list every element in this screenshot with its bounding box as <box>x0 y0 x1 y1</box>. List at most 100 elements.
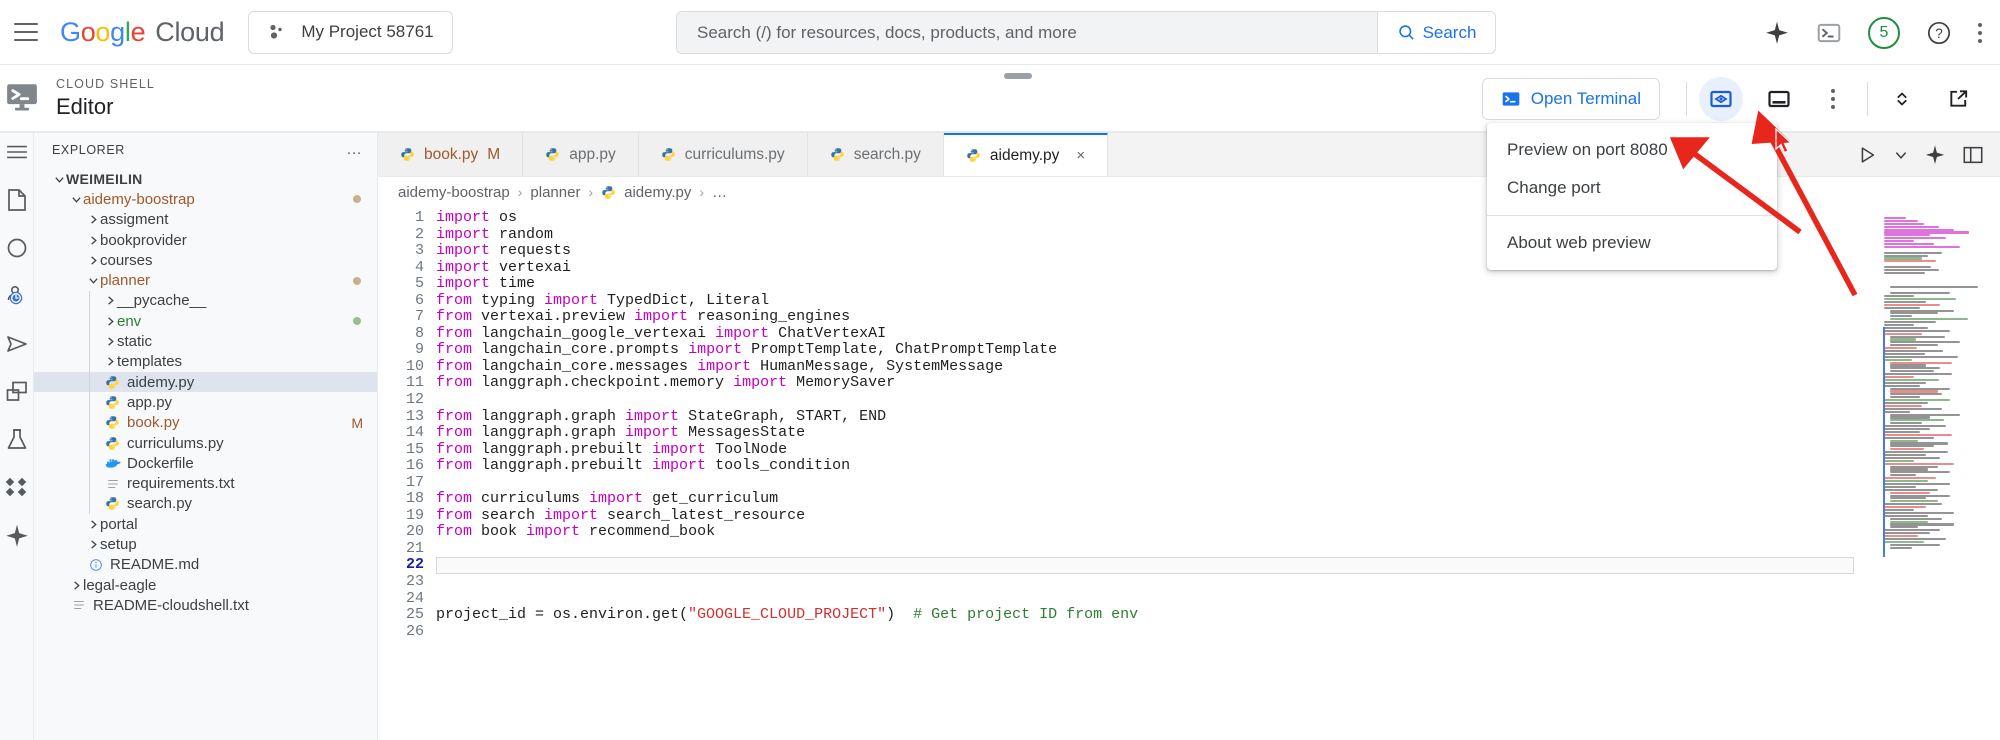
open-in-new-icon <box>1947 87 1970 110</box>
chevron-right-icon[interactable] <box>103 316 117 327</box>
tree-item-requirements-txt[interactable]: requirements.txt <box>34 473 377 493</box>
search-input[interactable] <box>677 12 1377 53</box>
modified-indicator-dot <box>353 317 361 325</box>
editor-tab-search-py[interactable]: search.py <box>808 133 944 176</box>
account-clock-icon[interactable] <box>4 283 30 309</box>
gemini-sparkle-icon[interactable] <box>4 523 30 549</box>
explorer-more-icon[interactable]: … <box>346 145 363 155</box>
tree-item-search-py[interactable]: search.py <box>34 494 377 514</box>
chevron-right-icon[interactable] <box>103 336 117 347</box>
minimap-line <box>1884 356 1958 358</box>
editor-tab-app-py[interactable]: app.py <box>523 133 639 176</box>
expand-collapse-button[interactable] <box>1880 77 1924 121</box>
minimap-line <box>1890 364 1926 366</box>
collapse-handle[interactable] <box>1004 73 1032 79</box>
tree-item-dockerfile[interactable]: Dockerfile <box>34 453 377 473</box>
tree-item-app-py[interactable]: app.py <box>34 392 377 412</box>
tree-item-templates[interactable]: templates <box>34 352 377 372</box>
editor-tab-aidemy-py[interactable]: aidemy.py× <box>944 133 1108 176</box>
notifications-badge[interactable]: 5 <box>1868 17 1900 49</box>
tree-item-curriculums-py[interactable]: curriculums.py <box>34 433 377 453</box>
tree-item-env[interactable]: env <box>34 311 377 331</box>
minimap-line <box>1890 523 1954 525</box>
code-content[interactable]: import osimport randomimport requestsimp… <box>436 207 1880 740</box>
breadcrumb-item[interactable]: aidemy-boostrap <box>398 184 510 201</box>
tree-item-label: app.py <box>127 394 172 411</box>
tree-item-portal[interactable]: portal <box>34 514 377 534</box>
open-in-new-window-button[interactable] <box>1936 77 1980 121</box>
project-selector[interactable]: My Project 58761 <box>248 11 452 54</box>
beaker-test-icon[interactable] <box>4 427 30 453</box>
tree-item-bookprovider[interactable]: bookprovider <box>34 230 377 250</box>
tree-item-aidemy-boostrap[interactable]: aidemy-boostrap <box>34 189 377 209</box>
tree-item-legal-eagle[interactable]: legal-eagle <box>34 575 377 595</box>
minimap-line <box>1890 419 1944 421</box>
breadcrumb-item[interactable]: aidemy.py <box>624 184 691 201</box>
google-cloud-logo[interactable]: Google Cloud <box>60 17 224 48</box>
chevron-down-icon[interactable] <box>86 275 100 286</box>
about-web-preview-menu-item[interactable]: About web preview <box>1487 224 1777 262</box>
modified-indicator-dot <box>353 277 361 285</box>
gemini-sparkle-icon[interactable] <box>1764 20 1790 46</box>
line-number: 5 <box>378 276 424 293</box>
editor-tab-curriculums-py[interactable]: curriculums.py <box>639 133 808 176</box>
tree-item-setup[interactable]: setup <box>34 534 377 554</box>
chevron-right-icon[interactable] <box>103 356 117 367</box>
tree-item-readme-md[interactable]: README.md <box>34 555 377 575</box>
windows-panels-icon[interactable] <box>4 379 30 405</box>
tree-item-assigment[interactable]: assigment <box>34 210 377 230</box>
minimap-line <box>1890 448 1924 450</box>
search-circle-icon[interactable] <box>4 235 30 261</box>
explorer-files-icon[interactable] <box>4 187 30 213</box>
breadcrumb-ellipsis[interactable]: … <box>712 184 727 201</box>
chevron-down-icon[interactable] <box>69 194 83 205</box>
run-icon[interactable] <box>1856 144 1878 166</box>
hamburger-menu-icon[interactable] <box>14 23 38 41</box>
editor-layout-icon[interactable] <box>1962 144 1984 166</box>
chevron-right-icon[interactable] <box>86 519 100 530</box>
preview-on-port-8080-menu-item[interactable]: Preview on port 8080 <box>1487 131 1777 169</box>
breadcrumb-item[interactable]: planner <box>530 184 580 201</box>
change-port-menu-item[interactable]: Change port <box>1487 169 1777 207</box>
code-area[interactable]: 1234567891011121314151617181920212223242… <box>378 207 2000 740</box>
global-search[interactable]: Search <box>676 11 1496 54</box>
chevron-right-icon[interactable] <box>69 580 83 591</box>
tree-item-readme-cloudshell-txt[interactable]: README-cloudshell.txt <box>34 595 377 615</box>
search-button[interactable]: Search <box>1377 12 1495 53</box>
tree-root-weimeilin[interactable]: WEIMEILIN <box>34 169 377 189</box>
minimap-line <box>1884 229 1954 231</box>
send-deploy-icon[interactable] <box>4 331 30 357</box>
chevron-down-icon[interactable] <box>1894 148 1908 162</box>
editor-tab-book-py[interactable]: book.pyM <box>378 133 523 176</box>
tree-item-courses[interactable]: courses <box>34 250 377 270</box>
open-terminal-button[interactable]: Open Terminal <box>1482 78 1660 120</box>
more-options-icon[interactable] <box>1978 23 1982 43</box>
extensions-icon[interactable] <box>4 475 30 501</box>
gemini-sparkle-icon[interactable] <box>1924 144 1946 166</box>
chevron-right-icon[interactable] <box>86 255 100 266</box>
line-number: 3 <box>378 243 424 260</box>
minimap-line <box>1884 252 1942 254</box>
tree-item-aidemy-py[interactable]: aidemy.py <box>34 372 377 392</box>
chevron-right-icon[interactable] <box>103 295 117 306</box>
menu-icon[interactable] <box>4 139 30 165</box>
minimap[interactable] <box>1880 207 2000 740</box>
chevron-right-icon[interactable] <box>86 214 100 225</box>
tree-item-label: search.py <box>127 495 192 512</box>
tree-item-static[interactable]: static <box>34 331 377 351</box>
chevron-right-icon[interactable] <box>86 235 100 246</box>
minimap-scroll-indicator[interactable] <box>1883 327 1885 557</box>
cloud-shell-terminal-icon[interactable] <box>1816 20 1842 46</box>
tree-item-book-py[interactable]: book.pyM <box>34 413 377 433</box>
web-preview-button[interactable] <box>1699 77 1743 121</box>
toggle-terminal-panel-button[interactable] <box>1757 77 1801 121</box>
help-icon[interactable]: ? <box>1926 20 1952 46</box>
close-icon[interactable]: × <box>1076 147 1085 164</box>
cloud-shell-more-button[interactable] <box>1811 77 1855 121</box>
google-cloud-topbar: Google Cloud My Project 58761 Search <box>0 0 2000 65</box>
minimap-line <box>1884 454 1926 456</box>
tree-item--pycache-[interactable]: __pycache__ <box>34 291 377 311</box>
chevron-right-icon[interactable] <box>86 539 100 550</box>
tree-item-planner[interactable]: planner <box>34 270 377 290</box>
minimap-line <box>1884 405 1922 407</box>
